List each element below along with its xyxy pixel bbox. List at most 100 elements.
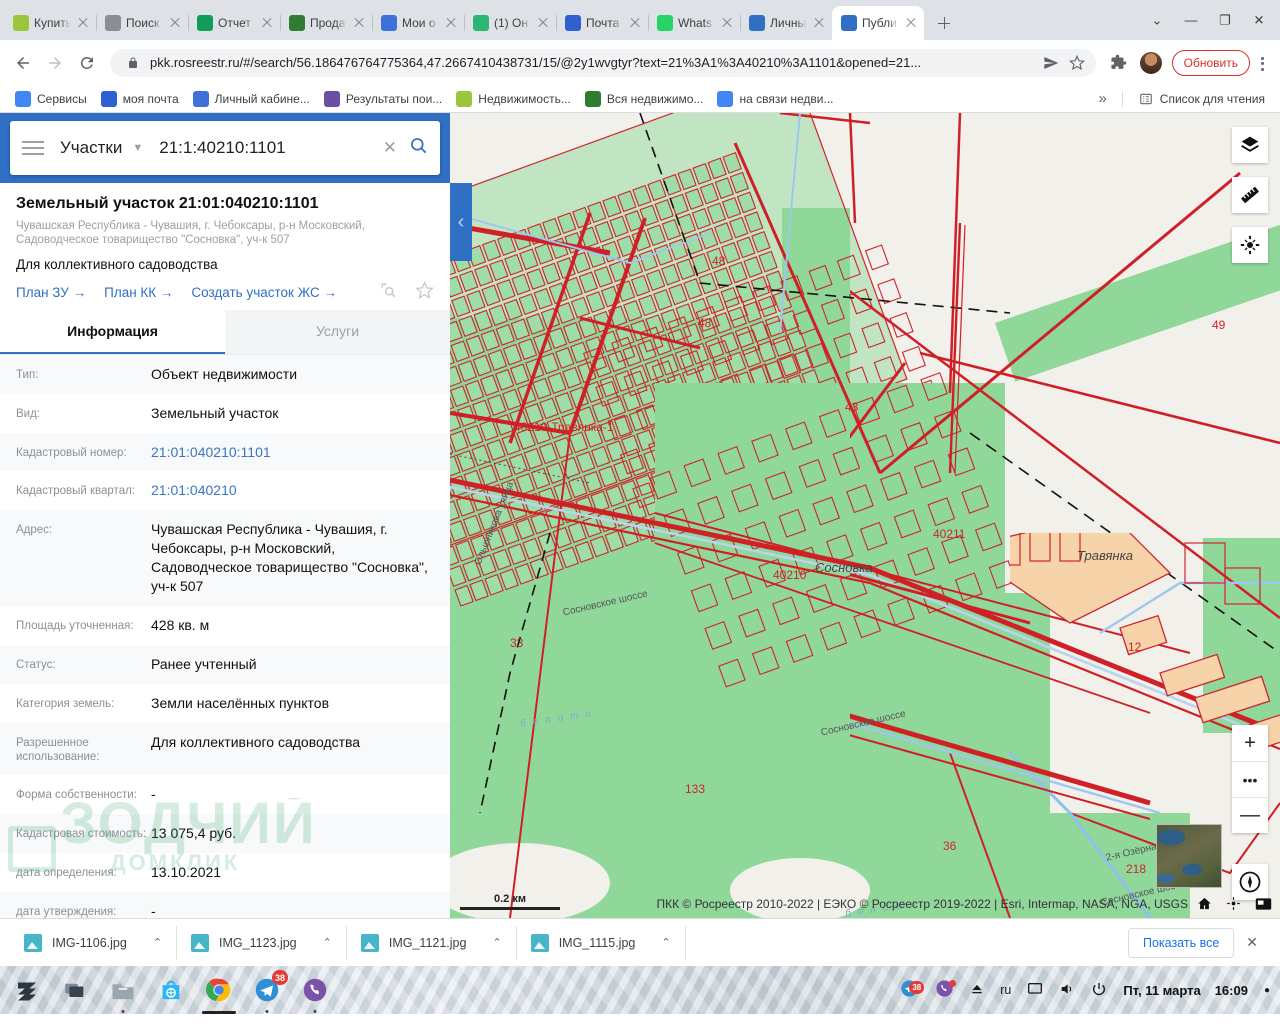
chrome-icon[interactable] bbox=[202, 973, 236, 1014]
active-indicator bbox=[202, 1011, 236, 1014]
basemap-icon[interactable] bbox=[1255, 897, 1272, 914]
chevron-up-icon[interactable]: ⌃ bbox=[661, 936, 670, 949]
map-canvas[interactable]: 4848494340211402101233133132364030154748… bbox=[450, 113, 1280, 918]
browser-tab-7[interactable]: Почта bbox=[556, 6, 649, 40]
keyboard-language-label[interactable]: ru bbox=[1000, 983, 1011, 997]
tab-search-button[interactable]: ⌄ bbox=[1140, 6, 1174, 34]
map-locate-button[interactable] bbox=[1232, 227, 1268, 263]
crosshair-small-icon[interactable] bbox=[1226, 896, 1241, 914]
chevron-up-icon[interactable]: ⌃ bbox=[323, 936, 332, 949]
tab-close-button[interactable] bbox=[720, 16, 734, 30]
panel-collapse-button[interactable]: ‹ bbox=[450, 183, 472, 261]
reading-list-button[interactable]: Список для чтения bbox=[1131, 88, 1272, 110]
browser-tab-10[interactable]: Публи bbox=[832, 6, 924, 40]
bookmark-7[interactable]: на связи недви... bbox=[710, 88, 840, 110]
tab-close-button[interactable] bbox=[904, 16, 918, 30]
files-icon[interactable] bbox=[106, 973, 140, 1013]
back-button[interactable] bbox=[8, 48, 38, 78]
tab-close-button[interactable] bbox=[536, 16, 550, 30]
reload-button[interactable] bbox=[72, 48, 102, 78]
home-icon[interactable] bbox=[1197, 896, 1212, 914]
forward-button[interactable] bbox=[40, 48, 70, 78]
browser-tab-2[interactable]: Поиск bbox=[96, 6, 189, 40]
chevron-up-icon[interactable]: ⌃ bbox=[153, 936, 162, 949]
minimize-button[interactable]: — bbox=[1174, 6, 1208, 34]
tab-close-button[interactable] bbox=[444, 16, 458, 30]
bookmark-5[interactable]: Недвижимость... bbox=[449, 88, 578, 110]
bookmark-1[interactable]: Сервисы bbox=[8, 88, 94, 110]
clear-search-icon[interactable]: ✕ bbox=[383, 138, 397, 158]
map-layers-button[interactable] bbox=[1232, 127, 1268, 163]
share-icon[interactable] bbox=[1042, 54, 1060, 72]
clock[interactable]: Пт, 11 марта 16:09 bbox=[1123, 983, 1248, 998]
display-icon[interactable] bbox=[1027, 981, 1043, 1000]
link-plan-zu[interactable]: План ЗУ → bbox=[16, 285, 86, 300]
tab-close-button[interactable] bbox=[352, 16, 366, 30]
zoom-to-object-icon[interactable] bbox=[380, 282, 397, 303]
map-minimap[interactable] bbox=[1156, 824, 1222, 888]
bookmark-star-icon[interactable] bbox=[1068, 54, 1086, 72]
favorite-star-icon[interactable] bbox=[415, 280, 434, 304]
close-shelf-button[interactable]: ✕ bbox=[1234, 934, 1270, 951]
chrome-menu-button[interactable] bbox=[1252, 51, 1272, 75]
viber-icon[interactable] bbox=[298, 973, 332, 1013]
download-item[interactable]: IMG_1123.jpg ⌃ bbox=[177, 925, 347, 960]
avatar[interactable] bbox=[1139, 51, 1162, 74]
link-plan-kk[interactable]: План КК → bbox=[104, 285, 173, 300]
tray-telegram-icon[interactable]: 38 bbox=[900, 979, 925, 1001]
bookmark-6[interactable]: Вся недвижимо... bbox=[578, 88, 711, 110]
extensions-icon[interactable] bbox=[1104, 48, 1134, 78]
browser-tab-1[interactable]: Купить bbox=[4, 6, 97, 40]
bookmark-2[interactable]: моя почта bbox=[94, 88, 186, 110]
search-category-label[interactable]: Участки bbox=[60, 138, 122, 158]
tab-close-button[interactable] bbox=[628, 16, 642, 30]
browser-tab-4[interactable]: Прода bbox=[280, 6, 373, 40]
new-tab-button[interactable] bbox=[930, 9, 958, 37]
browser-tab-5[interactable]: Мои о bbox=[372, 6, 465, 40]
download-item[interactable]: IMG-1106.jpg ⌃ bbox=[10, 925, 178, 960]
close-window-button[interactable]: ✕ bbox=[1242, 6, 1276, 34]
tab-information[interactable]: Информация bbox=[0, 309, 225, 354]
bookmark-3[interactable]: Личный кабине... bbox=[186, 88, 317, 110]
tab-close-button[interactable] bbox=[260, 16, 274, 30]
browser-tab-9[interactable]: Личны bbox=[740, 6, 833, 40]
search-box[interactable]: Участки ▼ ✕ bbox=[10, 121, 440, 175]
download-item[interactable]: IMG_1121.jpg ⌃ bbox=[347, 925, 517, 960]
tab-close-button[interactable] bbox=[812, 16, 826, 30]
update-button[interactable]: Обновить bbox=[1171, 49, 1250, 76]
search-input[interactable] bbox=[157, 137, 371, 159]
telegram-icon[interactable]: 38 bbox=[250, 970, 288, 1013]
tray-viber-icon[interactable] bbox=[935, 979, 957, 1001]
software-store-icon[interactable] bbox=[154, 973, 188, 1007]
browser-tab-6[interactable]: (1) Он bbox=[464, 6, 557, 40]
menu-icon[interactable] bbox=[22, 140, 44, 156]
attribute-value[interactable]: 21:01:040210:1101 bbox=[151, 443, 434, 462]
attribute-value[interactable]: 21:01:040210 bbox=[151, 481, 434, 500]
zoom-out-button[interactable]: — bbox=[1232, 797, 1268, 833]
download-item[interactable]: IMG_1115.jpg ⌃ bbox=[517, 925, 686, 960]
map-more-button[interactable]: ••• bbox=[1232, 761, 1268, 797]
maximize-button[interactable]: ❐ bbox=[1208, 6, 1242, 34]
show-all-downloads-button[interactable]: Показать все bbox=[1127, 927, 1235, 958]
bookmarks-overflow-button[interactable]: » bbox=[1091, 87, 1113, 110]
eject-icon[interactable] bbox=[970, 982, 984, 999]
browser-tab-3[interactable]: Отчет bbox=[188, 6, 281, 40]
chevron-up-icon[interactable]: ⌃ bbox=[492, 936, 501, 949]
bookmark-4[interactable]: Результаты пои... bbox=[317, 88, 449, 110]
zoom-in-button[interactable]: + bbox=[1232, 725, 1268, 761]
chevron-down-icon[interactable]: ▼ bbox=[132, 142, 143, 154]
search-icon[interactable] bbox=[409, 136, 428, 161]
tray-overflow-icon[interactable]: ● bbox=[1264, 985, 1270, 996]
address-bar[interactable]: pkk.rosreestr.ru/#/search/56.18647676477… bbox=[110, 48, 1096, 77]
task-view-icon[interactable] bbox=[58, 973, 92, 1007]
tab-close-button[interactable] bbox=[168, 16, 182, 30]
map-compass-button[interactable] bbox=[1232, 864, 1268, 900]
power-icon[interactable] bbox=[1091, 981, 1107, 1000]
browser-tab-8[interactable]: Whats bbox=[648, 6, 741, 40]
tab-close-button[interactable] bbox=[76, 16, 90, 30]
link-create-zhs[interactable]: Создать участок ЖС → bbox=[191, 285, 337, 300]
zorin-menu-icon[interactable] bbox=[10, 973, 44, 1007]
volume-icon[interactable] bbox=[1059, 981, 1075, 1000]
map-measure-button[interactable] bbox=[1232, 177, 1268, 213]
tab-services[interactable]: Услуги bbox=[225, 309, 450, 354]
